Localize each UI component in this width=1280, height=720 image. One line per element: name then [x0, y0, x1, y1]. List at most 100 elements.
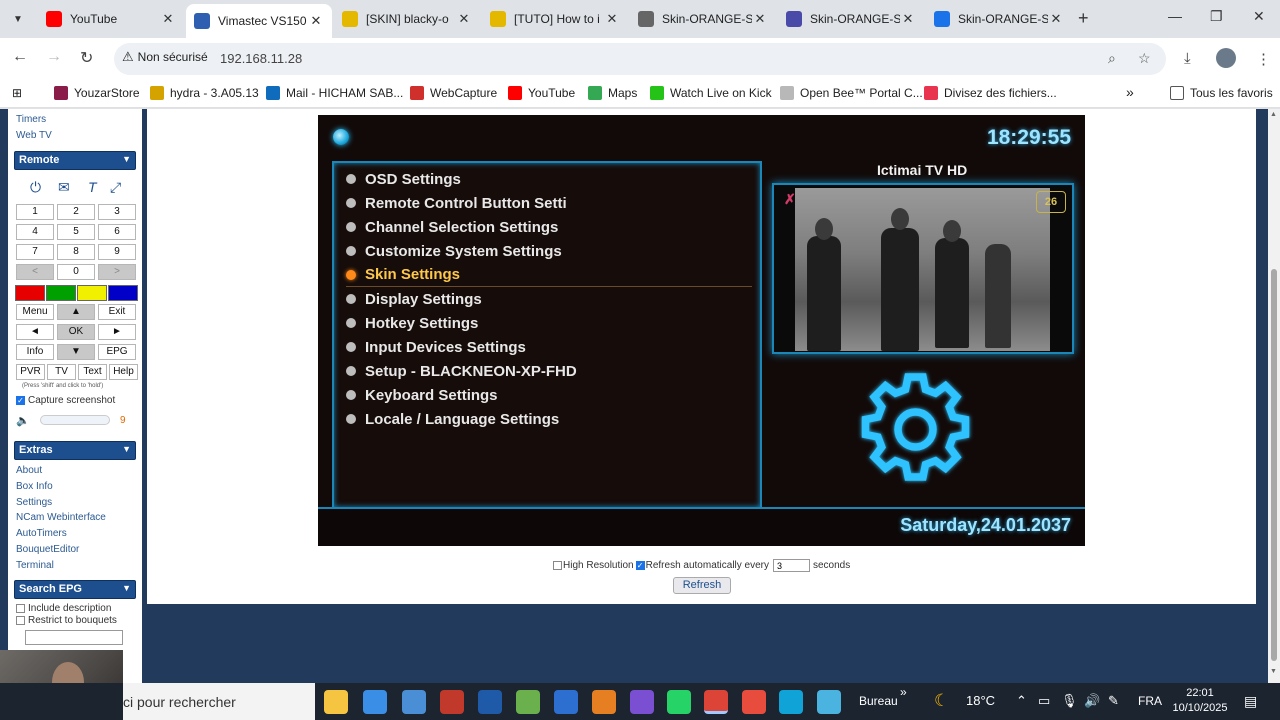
remote-mode-key[interactable]: Help [109, 364, 138, 380]
include-description-checkbox[interactable]: Include description [16, 603, 111, 614]
app-icon[interactable] [478, 690, 502, 714]
remote-key[interactable]: 7 [16, 244, 54, 260]
restore-icon[interactable]: ❐ [1210, 8, 1223, 25]
extras-link[interactable]: Terminal [16, 560, 54, 571]
auto-refresh-checkbox[interactable]: ✓ [635, 561, 645, 570]
volume-slider[interactable] [40, 415, 110, 425]
link-timers[interactable]: Timers [16, 114, 46, 125]
network-icon[interactable]: ▭ [1038, 693, 1050, 709]
tab-close-icon[interactable]: ✕ [160, 11, 176, 27]
bookmark-item[interactable]: WebCapture [410, 86, 497, 100]
app-icon[interactable] [742, 690, 766, 714]
tab-close-icon[interactable]: ✕ [308, 13, 324, 29]
forward-icon[interactable]: → [46, 48, 62, 66]
extras-link[interactable]: NCam Webinterface [16, 512, 106, 523]
tab-close-icon[interactable]: ✕ [456, 11, 472, 27]
extras-link[interactable]: About [16, 465, 42, 476]
reload-icon[interactable]: ↻ [80, 48, 93, 68]
url-text[interactable]: 192.168.11.28 [220, 51, 302, 66]
remote-nav-key[interactable]: Info [16, 344, 54, 360]
remote-nav-key[interactable]: ► [98, 324, 136, 340]
scroll-down-icon[interactable]: ▼ [1270, 668, 1277, 675]
tv-menu-item[interactable]: Remote Control Button Setti [346, 191, 752, 215]
file-explorer-icon[interactable] [324, 690, 348, 714]
browser-tab[interactable]: Skin-ORANGE-S ✕ [630, 4, 776, 34]
taskbar-clock[interactable]: 22:01 10/10/2025 [1172, 686, 1228, 716]
browser-tab[interactable]: [TUTO] How to i ✕ [482, 4, 628, 34]
whatsapp-icon[interactable] [667, 690, 691, 714]
remote-mode-key[interactable]: TV [47, 364, 76, 380]
message-icon[interactable]: ✉ [58, 179, 70, 196]
epg-search-input[interactable] [25, 630, 123, 645]
remote-header[interactable]: Remote ▼ [14, 151, 136, 170]
remote-key[interactable]: 8 [57, 244, 95, 260]
tv-menu-item[interactable]: Display Settings [346, 287, 752, 311]
close-window-icon[interactable]: ✕ [1253, 8, 1265, 25]
edge-icon[interactable] [779, 690, 803, 714]
desktop-label[interactable]: Bureau [859, 694, 898, 708]
high-resolution-checkbox[interactable] [553, 561, 562, 570]
tv-menu-item[interactable]: Locale / Language Settings [346, 407, 752, 431]
remote-key[interactable]: 4 [16, 224, 54, 240]
remote-nav-key[interactable]: OK [57, 324, 95, 340]
browser-tab[interactable]: Skin-ORANGE-S ✕ [926, 4, 1072, 34]
zoom-icon[interactable]: ⌕ [1108, 50, 1116, 67]
tv-menu-item[interactable]: Input Devices Settings [346, 335, 752, 359]
remote-key[interactable]: 3 [98, 204, 136, 220]
app-icon[interactable] [516, 690, 540, 714]
bookmark-item[interactable]: YouTube [508, 86, 575, 100]
tv-menu-item[interactable]: Channel Selection Settings [346, 215, 752, 239]
scroll-up-icon[interactable]: ▲ [1270, 111, 1277, 118]
profile-avatar[interactable] [1216, 48, 1236, 68]
app-icon[interactable] [440, 690, 464, 714]
text-icon[interactable]: T [88, 179, 97, 195]
notification-icon[interactable]: ▤ [1244, 693, 1257, 710]
desktop-expand-icon[interactable]: » [900, 685, 907, 699]
app-icon[interactable] [630, 690, 654, 714]
remote-nav-key[interactable]: ◄ [16, 324, 54, 340]
all-bookmarks[interactable]: Tous les favoris [1170, 86, 1273, 100]
tv-menu-item[interactable]: Skin Settings [346, 263, 752, 287]
restrict-bouquets-checkbox[interactable]: Restrict to bouquets [16, 615, 117, 626]
bookmark-item[interactable]: Open Bee™ Portal C... [780, 86, 923, 100]
tray-chevron-icon[interactable]: ⌃ [1016, 693, 1027, 709]
extras-link[interactable]: AutoTimers [16, 528, 67, 539]
search-epg-header[interactable]: Search EPG ▼ [14, 580, 136, 599]
tab-close-icon[interactable]: ✕ [900, 11, 916, 27]
remote-key[interactable]: 5 [57, 224, 95, 240]
power-icon[interactable]: ⏻ [30, 179, 41, 196]
remote-nav-key[interactable]: Menu [16, 304, 54, 320]
apps-grid-icon[interactable]: ⊞ [12, 86, 22, 100]
tab-search-dropdown-icon[interactable]: ▼ [6, 7, 30, 31]
color-key[interactable] [46, 285, 76, 301]
color-key[interactable] [108, 285, 138, 301]
security-chip[interactable]: ⚠ Non sécurisé [122, 49, 208, 65]
menu-kebab-icon[interactable]: ⋮ [1256, 50, 1271, 68]
remote-mode-key[interactable]: Text [78, 364, 107, 380]
extras-header[interactable]: Extras ▼ [14, 441, 136, 460]
calculator-icon[interactable] [554, 690, 578, 714]
back-icon[interactable]: ← [12, 48, 28, 66]
remote-nav-key[interactable]: Exit [98, 304, 136, 320]
volume-icon[interactable]: 🔈 [16, 414, 30, 427]
store-icon[interactable] [363, 690, 387, 714]
app-icon[interactable] [592, 690, 616, 714]
chrome-icon[interactable] [704, 690, 728, 714]
remote-key[interactable]: > [98, 264, 136, 280]
link-webtv[interactable]: Web TV [16, 130, 52, 141]
extras-link[interactable]: Box Info [16, 481, 53, 492]
new-tab-button[interactable]: + [1078, 8, 1089, 29]
receiver-screenshot[interactable]: 18:29:55 OSD Settings Remote Control Butt… [318, 115, 1085, 546]
remote-key[interactable]: < [16, 264, 54, 280]
color-key[interactable] [15, 285, 45, 301]
tv-menu-item[interactable]: OSD Settings [346, 167, 752, 191]
download-icon[interactable]: ⤓ [1184, 50, 1191, 67]
tab-close-icon[interactable]: ✕ [604, 11, 620, 27]
remote-key[interactable]: 1 [16, 204, 54, 220]
browser-tab[interactable]: Vimastec VS150 ✕ [186, 4, 332, 38]
scrollbar-thumb[interactable] [1271, 269, 1277, 661]
remote-key[interactable]: 0 [57, 264, 95, 280]
capture-screenshot-checkbox[interactable]: ✓ Capture screenshot [16, 395, 115, 406]
remote-nav-key[interactable]: ▲ [57, 304, 95, 320]
tab-close-icon[interactable]: ✕ [1048, 11, 1064, 27]
